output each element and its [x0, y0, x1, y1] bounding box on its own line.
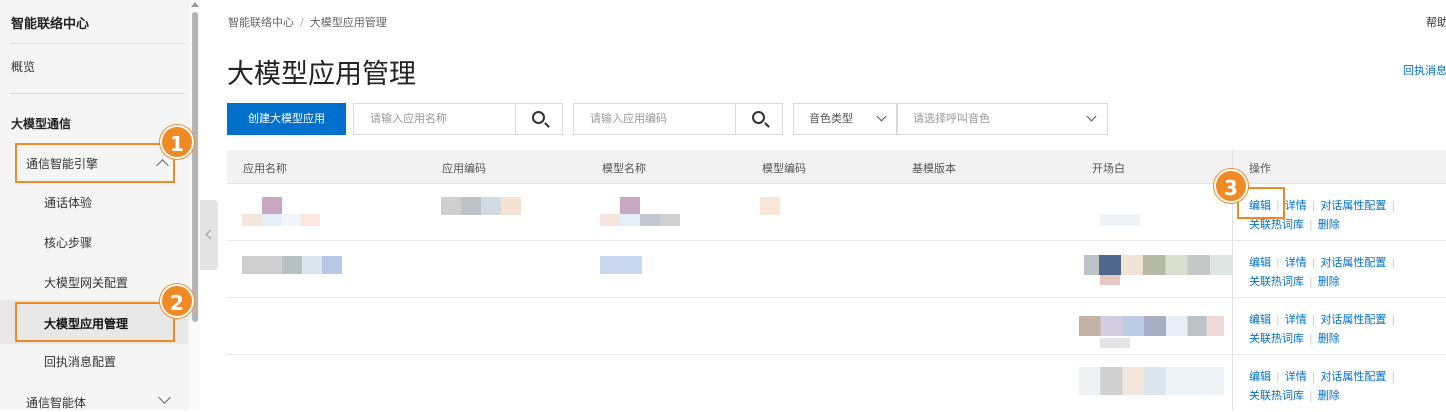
highlight-box-2 [15, 302, 175, 342]
redacted-cell [1100, 214, 1140, 226]
row-actions: 编辑 | 详情 | 对话属性配置 | [1249, 313, 1396, 326]
hotword-link[interactable]: 关联热词库 [1249, 275, 1304, 288]
app-code-search-button[interactable] [735, 103, 783, 135]
hotword-link[interactable]: 关联热词库 [1249, 389, 1304, 402]
redacted-cell [1100, 338, 1130, 348]
scrollbar-thumb[interactable] [192, 12, 198, 322]
col-base-version: 基模版本 [912, 162, 956, 175]
dialog-config-link[interactable]: 对话属性配置 [1320, 313, 1386, 326]
app-name-search-button[interactable] [515, 103, 563, 135]
receipt-message-link[interactable]: 回执消息 [1403, 62, 1446, 78]
app-code-search-input[interactable]: 请输入应用编码 [573, 103, 736, 135]
chevron-down-icon [876, 111, 887, 122]
col-opening: 开场白 [1092, 162, 1125, 175]
page-title: 大模型应用管理 [227, 59, 416, 90]
row-actions: 关联热词库 | 删除 [1249, 332, 1340, 345]
detail-link[interactable]: 详情 [1285, 256, 1307, 269]
search-icon [532, 111, 545, 124]
divider [10, 93, 185, 94]
redacted-cell [1079, 367, 1224, 395]
scroll-up-arrow-icon[interactable] [191, 2, 199, 7]
create-app-button[interactable]: 创建大模型应用 [227, 103, 346, 135]
help-link[interactable]: 帮助 [1426, 14, 1446, 30]
sidebar-item-call-experience[interactable]: 通话体验 [44, 194, 92, 211]
redacted-cell [242, 256, 342, 274]
voice-select[interactable]: 请选择呼叫音色 [897, 103, 1108, 135]
col-app-code: 应用编码 [442, 162, 486, 175]
sidebar-item-overview[interactable]: 概览 [11, 58, 35, 75]
redacted-cell [242, 214, 320, 226]
redacted-cell [600, 256, 642, 274]
detail-link[interactable]: 详情 [1285, 370, 1307, 383]
search-icon [752, 111, 765, 124]
redacted-cell [620, 197, 640, 214]
chevron-down-icon [158, 391, 171, 404]
sidebar-item-receipt-config[interactable]: 回执消息配置 [44, 353, 116, 370]
row-actions: 编辑 | 详情 | 对话属性配置 | [1249, 256, 1396, 269]
sidebar-group-agent[interactable]: 通信智能体 [26, 394, 86, 411]
delete-link[interactable]: 删除 [1318, 332, 1340, 345]
step-marker-2: 2 [160, 284, 194, 318]
highlight-box-1 [15, 143, 175, 183]
edit-link[interactable]: 编辑 [1249, 256, 1271, 269]
row-actions: 关联热词库 | 删除 [1249, 389, 1340, 402]
redacted-cell [1079, 316, 1224, 336]
voice-type-label: 音色类型 [809, 112, 853, 125]
col-model-code: 模型编码 [762, 162, 806, 175]
voice-select-placeholder: 请选择呼叫音色 [913, 112, 990, 125]
voice-type-select[interactable]: 音色类型 [793, 103, 897, 135]
sidebar-title: 智能联络中心 [11, 17, 90, 32]
sidebar-item-core-steps[interactable]: 核心步骤 [44, 234, 92, 251]
delete-link[interactable]: 删除 [1318, 275, 1340, 288]
step-marker-1: 1 [160, 125, 194, 159]
redacted-cell [1100, 275, 1120, 285]
hotword-link[interactable]: 关联热词库 [1249, 218, 1304, 231]
sidebar-item-gateway-config[interactable]: 大模型网关配置 [44, 274, 128, 291]
delete-link[interactable]: 删除 [1318, 218, 1340, 231]
chevron-down-icon [1086, 111, 1097, 122]
redacted-cell [441, 197, 521, 215]
breadcrumb-current: 大模型应用管理 [309, 16, 387, 29]
delete-link[interactable]: 删除 [1318, 389, 1340, 402]
breadcrumb: 智能联络中心 / 大模型应用管理 [228, 16, 387, 29]
detail-link[interactable]: 详情 [1285, 313, 1307, 326]
sidebar-section-title: 大模型通信 [11, 117, 72, 131]
redacted-cell [262, 197, 282, 214]
row-actions: 关联热词库 | 删除 [1249, 275, 1340, 288]
divider [10, 43, 185, 44]
sidebar-collapse-button[interactable] [200, 200, 218, 270]
col-model-name: 模型名称 [602, 162, 646, 175]
sidebar: 智能联络中心 概览 大模型通信 通信智能引擎 通话体验 核心步骤 大模型网关配置… [0, 0, 200, 410]
edit-link[interactable]: 编辑 [1249, 370, 1271, 383]
redacted-cell [760, 197, 780, 215]
breadcrumb-root[interactable]: 智能联络中心 [228, 16, 294, 29]
detail-link[interactable]: 详情 [1285, 199, 1307, 212]
app-name-search-input[interactable]: 请输入应用名称 [353, 103, 516, 135]
hotword-link[interactable]: 关联热词库 [1249, 332, 1304, 345]
redacted-cell [1084, 255, 1232, 275]
edit-link[interactable]: 编辑 [1249, 313, 1271, 326]
dialog-config-link[interactable]: 对话属性配置 [1320, 256, 1386, 269]
redacted-cell [600, 214, 680, 226]
dialog-config-link[interactable]: 对话属性配置 [1320, 370, 1386, 383]
col-app-name: 应用名称 [243, 162, 287, 175]
row-actions: 编辑 | 详情 | 对话属性配置 | [1249, 370, 1396, 383]
step-marker-3: 3 [1214, 169, 1248, 203]
dialog-config-link[interactable]: 对话属性配置 [1320, 199, 1386, 212]
